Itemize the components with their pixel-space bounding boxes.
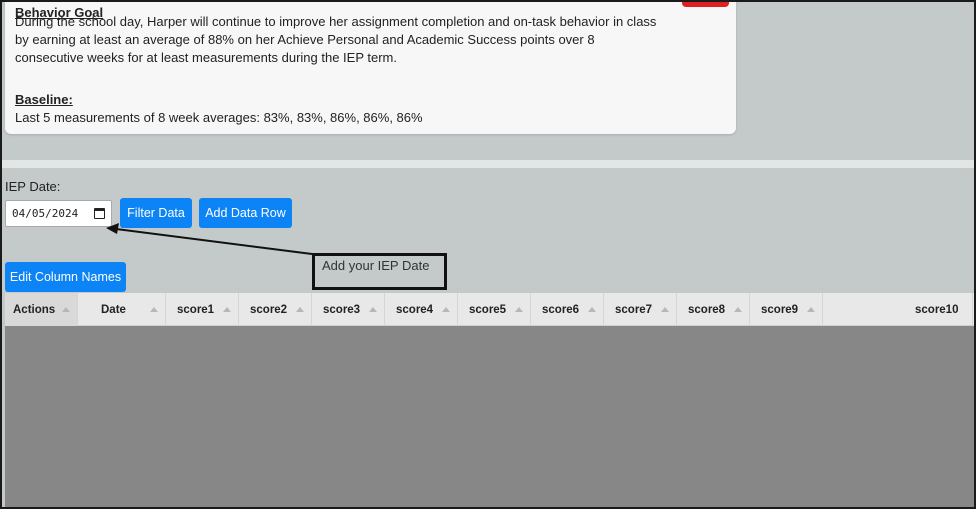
sort-icon[interactable] <box>296 307 304 312</box>
sort-icon[interactable] <box>515 307 523 312</box>
column-header-score8[interactable]: score8 <box>677 293 750 326</box>
column-header-label: score10 <box>915 303 959 316</box>
sort-icon[interactable] <box>62 307 70 312</box>
baseline-text: Last 5 measurements of 8 week averages: … <box>15 110 423 125</box>
iep-date-label: IEP Date: <box>5 179 61 194</box>
sort-icon[interactable] <box>369 307 377 312</box>
baseline-heading: Baseline: <box>15 92 73 107</box>
column-header-label: score3 <box>323 303 361 316</box>
sort-icon[interactable] <box>223 307 231 312</box>
grid-body <box>5 326 974 507</box>
annotation-callout: Add your IEP Date <box>312 253 447 290</box>
column-header-label: score9 <box>761 303 799 316</box>
column-header-score9[interactable]: score9 <box>750 293 823 326</box>
column-header-label: Date <box>101 303 126 316</box>
column-header-score4[interactable]: score4 <box>385 293 458 326</box>
delete-button[interactable] <box>682 0 729 7</box>
column-header-label: score1 <box>177 303 215 316</box>
filter-data-button[interactable]: Filter Data <box>120 198 192 228</box>
column-header-label: score6 <box>542 303 580 316</box>
column-header-label: score5 <box>469 303 507 316</box>
add-data-row-button[interactable]: Add Data Row <box>199 198 292 228</box>
iep-date-value: 04/05/2024 <box>12 207 79 220</box>
section-divider <box>2 160 974 168</box>
column-header-score10[interactable]: score10 <box>823 293 973 326</box>
sort-icon[interactable] <box>442 307 450 312</box>
sort-icon[interactable] <box>150 307 158 312</box>
grid-header: Actions Date score1 score2 score3 score4 score… <box>5 293 974 326</box>
column-header-label: score4 <box>396 303 434 316</box>
column-header-score2[interactable]: score2 <box>239 293 312 326</box>
sort-icon[interactable] <box>588 307 596 312</box>
sort-icon[interactable] <box>807 307 815 312</box>
sort-icon[interactable] <box>661 307 669 312</box>
calendar-icon[interactable] <box>94 208 105 219</box>
goal-text: During the school day, Harper will conti… <box>15 14 657 65</box>
edit-column-names-button[interactable]: Edit Column Names <box>5 262 126 292</box>
iep-date-input[interactable]: 04/05/2024 <box>5 200 112 227</box>
column-header-score1[interactable]: score1 <box>166 293 239 326</box>
column-header-score3[interactable]: score3 <box>312 293 385 326</box>
column-header-score6[interactable]: score6 <box>531 293 604 326</box>
column-header-date[interactable]: Date <box>78 293 166 326</box>
column-header-label: Actions <box>13 303 56 316</box>
sort-icon[interactable] <box>734 307 742 312</box>
column-header-actions[interactable]: Actions <box>5 293 78 326</box>
column-header-score7[interactable]: score7 <box>604 293 677 326</box>
column-header-label: score8 <box>688 303 726 316</box>
column-header-label: score7 <box>615 303 653 316</box>
column-header-label: score2 <box>250 303 288 316</box>
column-header-score5[interactable]: score5 <box>458 293 531 326</box>
callout-text: Add your IEP Date <box>322 258 430 273</box>
